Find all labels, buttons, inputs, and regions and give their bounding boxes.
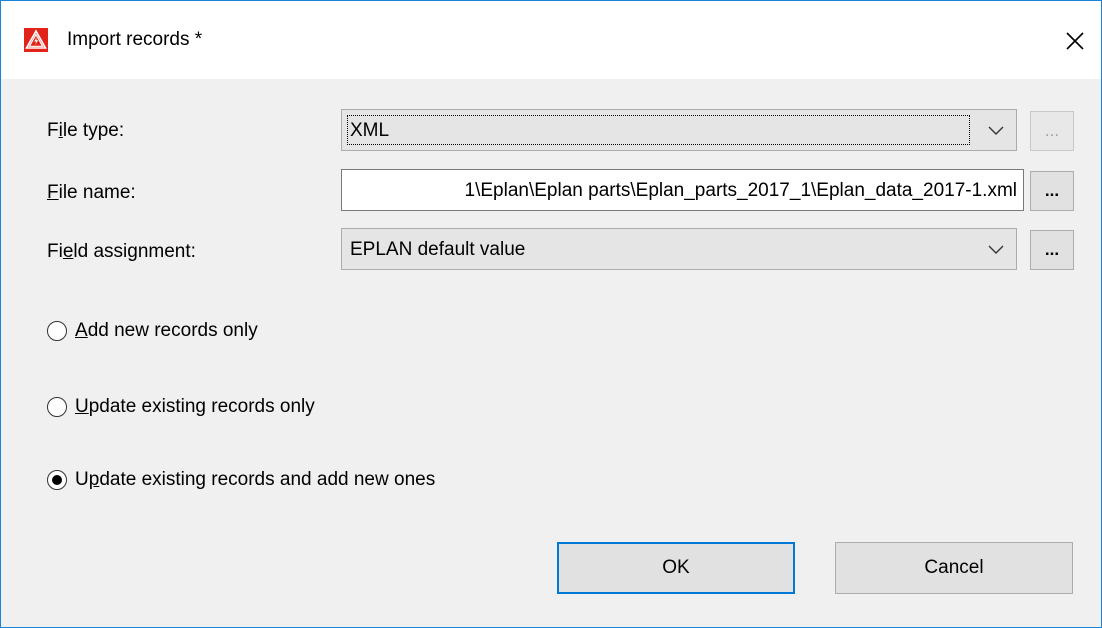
radio-button[interactable] (47, 321, 67, 341)
close-icon (1066, 32, 1084, 50)
file-name-browse-button[interactable]: ... (1030, 171, 1074, 211)
file-type-label: File type: (47, 120, 125, 141)
radio-label: Update existing records and add new ones (75, 469, 436, 490)
eplan-warning-icon (24, 28, 48, 52)
cancel-button[interactable]: Cancel (835, 542, 1073, 594)
radio-button-selected[interactable] (47, 470, 67, 490)
radio-label: Update existing records only (75, 396, 315, 417)
radio-button[interactable] (47, 397, 67, 417)
window-title: Import records * (67, 29, 203, 50)
radio-selected-dot (52, 475, 62, 485)
import-records-dialog: Import records * File type: XML ... File… (0, 0, 1102, 628)
file-name-value: 1\Eplan\Eplan parts\Eplan_parts_2017_1\E… (464, 180, 1017, 201)
close-button[interactable] (1055, 21, 1095, 61)
file-name-label: File name: (47, 182, 136, 203)
field-assignment-browse-button[interactable]: ... (1030, 230, 1074, 270)
file-type-value: XML (350, 120, 390, 141)
field-assignment-value: EPLAN default value (350, 239, 526, 260)
title-bar: Import records * (1, 1, 1101, 79)
file-type-browse-button[interactable]: ... (1030, 111, 1074, 151)
radio-label: Add new records only (75, 320, 258, 341)
chevron-down-icon (988, 245, 1004, 254)
ok-button[interactable]: OK (557, 542, 795, 594)
field-assignment-select[interactable]: EPLAN default value (341, 228, 1017, 270)
field-assignment-label: Field assignment: (47, 241, 196, 262)
file-name-input[interactable]: 1\Eplan\Eplan parts\Eplan_parts_2017_1\E… (341, 169, 1024, 211)
chevron-down-icon (988, 126, 1004, 135)
focus-rectangle (347, 115, 970, 145)
file-type-select[interactable]: XML (341, 109, 1017, 151)
